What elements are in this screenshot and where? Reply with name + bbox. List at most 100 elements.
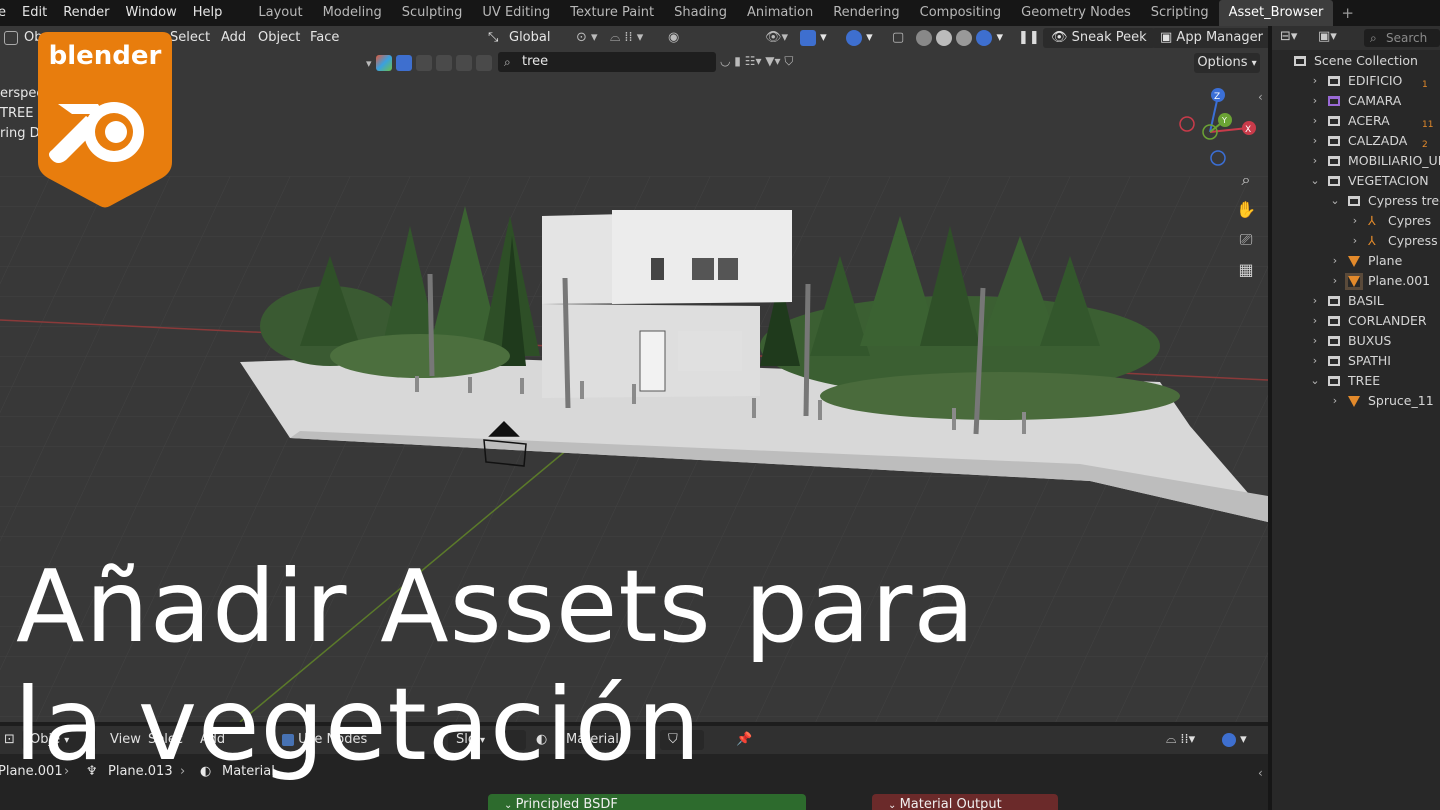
pan-hand-icon[interactable]: ✋ — [1234, 198, 1258, 222]
chevron-right-icon[interactable]: › — [1310, 71, 1320, 91]
menu-window[interactable]: Window — [117, 0, 184, 26]
asset-toolbar-icons[interactable]: ◡ ▮ ☷▾ ▼▾ ⛉ — [720, 54, 793, 69]
tab-texture-paint[interactable]: Texture Paint — [560, 0, 664, 26]
outliner-row[interactable]: › ⅄ Cypres — [1272, 211, 1440, 231]
tab-scripting[interactable]: Scripting — [1141, 0, 1219, 26]
sneak-peek-button[interactable]: 👁 Sneak Peek — [1043, 28, 1155, 48]
tab-asset-browser[interactable]: Asset_Browser — [1218, 0, 1334, 26]
outliner-row[interactable]: ⌄ Cypress tree — [1272, 191, 1440, 211]
snap-node-icon[interactable]: ⌓ ⁞⁞▾ — [1166, 731, 1195, 749]
add-workspace-button[interactable]: + — [1333, 0, 1362, 26]
app-manager-button[interactable]: ▣ App Manager — [1152, 28, 1268, 48]
menu-file[interactable]: e — [0, 0, 14, 26]
filter-icon[interactable]: ▣▾ — [1318, 29, 1337, 44]
svg-text:X: X — [1245, 125, 1251, 135]
chevron-right-icon[interactable]: › — [1310, 111, 1320, 131]
ortho-grid-icon[interactable]: ▦ — [1234, 258, 1258, 282]
tab-geometry-nodes[interactable]: Geometry Nodes — [1011, 0, 1141, 26]
world-filter-icon[interactable] — [435, 55, 452, 71]
outliner-row[interactable]: › CORLANDER — [1272, 311, 1440, 331]
asset-search-input[interactable]: ⌕ tree — [498, 52, 716, 72]
node-principled-bsdf[interactable]: ⌄ Principled BSDF — [488, 794, 806, 810]
proportional-edit-icon[interactable]: ◉ — [668, 29, 679, 47]
tab-layout[interactable]: Layout — [248, 0, 312, 26]
chevron-down-icon[interactable]: ⌄ — [1310, 171, 1320, 191]
node-material-output[interactable]: ⌄ Material Output — [872, 794, 1058, 810]
chevron-right-icon[interactable]: › — [1330, 391, 1340, 411]
chevron-right-icon[interactable]: › — [1310, 291, 1320, 311]
xray-icon[interactable]: ▢ — [892, 29, 904, 47]
overlays-toggle-icon[interactable]: ▾ — [846, 29, 873, 47]
gizmo-toggle-icon[interactable]: ▾ — [800, 29, 827, 47]
eye-icon: 👁 — [1051, 30, 1072, 45]
tab-sculpting[interactable]: Sculpting — [392, 0, 473, 26]
chevron-right-icon[interactable]: › — [1310, 331, 1320, 351]
outliner-row[interactable]: › CAMARA — [1272, 91, 1440, 111]
chevron-down-icon[interactable]: ⌄ — [1310, 371, 1320, 391]
chevron-right-icon[interactable]: › — [1310, 351, 1320, 371]
outliner-row[interactable]: › ⅄ Cypress tre — [1272, 231, 1440, 251]
select-menu[interactable]: Select — [170, 29, 210, 47]
tab-animation[interactable]: Animation — [737, 0, 823, 26]
chevron-down-icon: ⌄ — [504, 800, 516, 810]
chevron-right-icon[interactable]: › — [1350, 231, 1360, 251]
sidebar-toggle-icon[interactable]: ‹ — [1258, 766, 1263, 780]
outliner-search-input[interactable]: ⌕ Search — [1364, 29, 1440, 47]
select-box-icon[interactable] — [4, 29, 18, 47]
outliner-row[interactable]: › Plane — [1272, 251, 1440, 271]
outliner-row[interactable]: › MOBILIARIO_URB — [1272, 151, 1440, 171]
snap-icon[interactable]: ⌓ ⁞⁞ ▾ — [610, 29, 643, 47]
outliner-row-label: Plane.001 — [1368, 273, 1431, 288]
outliner-row[interactable]: › Spruce_11 — [1272, 391, 1440, 411]
brush-filter-icon[interactable] — [475, 55, 492, 71]
menu-help[interactable]: Help — [185, 0, 231, 26]
chevron-right-icon[interactable]: › — [1310, 91, 1320, 111]
chevron-right-icon[interactable]: › — [1330, 271, 1340, 291]
menu-edit[interactable]: Edit — [14, 0, 55, 26]
display-mode-icon[interactable]: ⊟▾ — [1280, 29, 1297, 44]
face-menu[interactable]: Face — [310, 29, 339, 47]
pause-icon[interactable]: ❚❚ — [1018, 29, 1040, 47]
outliner-row[interactable]: ⌄ VEGETACION — [1272, 171, 1440, 191]
top-menu-bar: e Edit Render Window Help Layout Modelin… — [0, 0, 1440, 26]
chevron-right-icon[interactable]: › — [1330, 251, 1340, 271]
outliner-row[interactable]: › EDIFICIO 1 — [1272, 71, 1440, 91]
transform-orientation-icon[interactable]: ⤡ — [488, 29, 498, 47]
zoom-icon[interactable]: ⌕ — [1234, 168, 1258, 192]
add-menu[interactable]: Add — [221, 29, 246, 47]
object-filter-icon[interactable] — [395, 55, 412, 71]
outliner-row[interactable]: › BASIL — [1272, 291, 1440, 311]
chevron-down-icon[interactable]: ▾ — [366, 57, 372, 70]
blender-logo: blender — [38, 32, 172, 208]
chevron-right-icon[interactable]: › — [1310, 131, 1320, 151]
outliner-row[interactable]: › BUXUS — [1272, 331, 1440, 351]
chevron-right-icon[interactable]: › — [1310, 311, 1320, 331]
menu-render[interactable]: Render — [55, 0, 117, 26]
object-menu[interactable]: Object — [258, 29, 300, 47]
material-filter-icon[interactable] — [415, 55, 432, 71]
shading-modes-icon[interactable]: ▾ — [916, 29, 1003, 47]
texture-filter-icon[interactable] — [455, 55, 472, 71]
outliner-row[interactable]: › Plane.001 — [1272, 271, 1440, 291]
overlay-node-icon[interactable]: ▾ — [1222, 731, 1247, 749]
options-button[interactable]: Options ▾ — [1194, 53, 1260, 73]
tab-compositing[interactable]: Compositing — [910, 0, 1012, 26]
outliner-row[interactable]: › CALZADA 2 — [1272, 131, 1440, 151]
camera-view-icon[interactable]: ⎚ — [1234, 228, 1258, 252]
tab-modeling[interactable]: Modeling — [313, 0, 392, 26]
asset-library-icon[interactable] — [375, 55, 392, 71]
outliner-row[interactable]: ⌄ TREE — [1272, 371, 1440, 391]
chevron-right-icon[interactable]: › — [1350, 211, 1360, 231]
tab-rendering[interactable]: Rendering — [823, 0, 909, 26]
outliner-row[interactable]: › ACERA 11 — [1272, 111, 1440, 131]
outliner-row[interactable]: Scene Collection — [1272, 51, 1440, 71]
outliner-row[interactable]: › SPATHI — [1272, 351, 1440, 371]
visibility-icon[interactable]: 👁▾ — [765, 29, 788, 47]
transform-orientation-dropdown[interactable]: Global — [509, 29, 550, 47]
sidebar-toggle-icon[interactable]: ‹ — [1258, 90, 1263, 104]
pivot-point-icon[interactable]: ⊙ ▾ — [576, 29, 598, 47]
chevron-right-icon[interactable]: › — [1310, 151, 1320, 171]
chevron-down-icon[interactable]: ⌄ — [1330, 191, 1340, 211]
tab-shading[interactable]: Shading — [664, 0, 737, 26]
tab-uv-editing[interactable]: UV Editing — [472, 0, 560, 26]
